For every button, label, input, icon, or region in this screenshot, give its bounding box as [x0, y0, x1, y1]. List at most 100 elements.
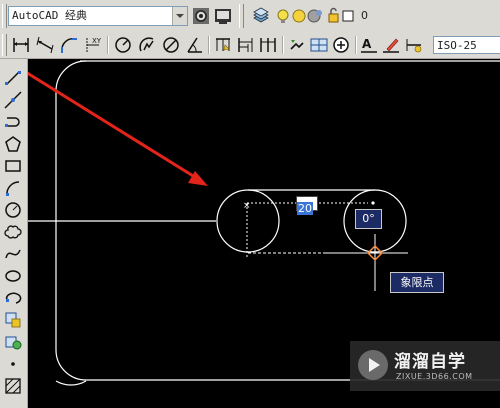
- radius-icon: [115, 37, 131, 53]
- continue-icon: [260, 38, 276, 52]
- arc-length-icon: [61, 38, 77, 53]
- dim-style-dropdown[interactable]: ISO-25: [433, 36, 500, 54]
- text-edit-icon: [383, 38, 399, 53]
- ellipse-icon: [5, 270, 21, 282]
- circle-button[interactable]: [3, 200, 23, 220]
- toolbar-separator: [107, 36, 109, 54]
- ellipse-arc-button[interactable]: [3, 288, 23, 308]
- make-block-icon: [5, 336, 22, 350]
- layer-state-icons: [277, 7, 354, 23]
- toolbar-grip[interactable]: [2, 4, 7, 28]
- dynamic-distance-value: 20: [297, 202, 313, 215]
- dynamic-distance-input[interactable]: 20: [296, 196, 318, 215]
- polygon-button[interactable]: [3, 134, 23, 154]
- chevron-down-icon[interactable]: [172, 7, 187, 25]
- circle-icon: [5, 202, 21, 218]
- toolbar-separator: [355, 36, 357, 54]
- toolbar-grip[interactable]: [2, 34, 7, 56]
- snap-point: [371, 201, 375, 205]
- line-button[interactable]: [3, 68, 23, 88]
- toolbar-separator: [282, 36, 284, 54]
- outer-outline: [55, 60, 500, 386]
- polygon-icon: [5, 136, 21, 152]
- toolbar-grip[interactable]: [239, 4, 244, 28]
- watermark-url: ZIXUE.3D66.COM: [396, 372, 473, 381]
- layer-manager-button[interactable]: [251, 6, 271, 26]
- radius-dimension-button[interactable]: [113, 35, 133, 55]
- make-block-button[interactable]: [3, 332, 23, 352]
- ellipse-button[interactable]: [3, 266, 23, 286]
- layer-value: 0: [361, 9, 368, 22]
- dynamic-angle-value: 0°: [362, 212, 375, 225]
- red-arrow-shaft: [28, 71, 199, 181]
- dimension-edit-button[interactable]: A: [359, 35, 379, 55]
- revision-cloud-button[interactable]: [3, 222, 23, 242]
- arc-length-button[interactable]: [59, 35, 79, 55]
- spline-icon: [5, 249, 21, 259]
- layers-icon: [253, 7, 269, 23]
- workspace-dropdown[interactable]: AutoCAD 经典: [8, 6, 188, 26]
- dimension-toolbar: XY A ISO-25: [0, 32, 500, 59]
- insert-block-icon: [5, 312, 21, 328]
- diameter-icon: [163, 37, 179, 53]
- left-circle: [216, 189, 280, 253]
- jogged-dimension-button[interactable]: [137, 35, 157, 55]
- workspace-settings-button[interactable]: [191, 6, 211, 26]
- construction-line-button[interactable]: [3, 90, 23, 110]
- continue-dimension-button[interactable]: [258, 35, 278, 55]
- ordinate-dimension-button[interactable]: XY: [83, 35, 103, 55]
- baseline-dimension-button[interactable]: [236, 35, 256, 55]
- rectangle-button[interactable]: [3, 156, 23, 176]
- dimension-update-button[interactable]: [404, 35, 424, 55]
- draw-toolbar: [0, 59, 28, 408]
- snap-tooltip-text: 象限点: [400, 276, 434, 289]
- point-marker: ×: [243, 201, 251, 211]
- arc-button[interactable]: [3, 178, 23, 198]
- watermark: 溜溜自学 ZIXUE.3D66.COM: [350, 341, 500, 391]
- linear-dimension-icon: [13, 38, 29, 52]
- play-logo-icon: [358, 350, 388, 380]
- construction-line-icon: [4, 91, 22, 109]
- diameter-dimension-button[interactable]: [161, 35, 181, 55]
- hatch-button[interactable]: [3, 376, 23, 396]
- point-button[interactable]: [3, 354, 23, 374]
- line-icon: [5, 71, 21, 85]
- inspect-button[interactable]: [331, 35, 351, 55]
- circle-plus-icon: [333, 37, 349, 53]
- jogged-icon: [139, 37, 154, 52]
- arc-icon: [6, 181, 20, 196]
- quick-dimension-icon: [216, 38, 230, 51]
- hatch-icon: [5, 378, 21, 394]
- ordinate-dimension-icon: XY: [86, 37, 102, 52]
- toolbar-separator: [208, 36, 210, 54]
- aligned-dimension-button[interactable]: [35, 35, 55, 55]
- polyline-button[interactable]: [3, 112, 23, 132]
- dynamic-angle-box: 0°: [355, 209, 382, 229]
- center-mark-button[interactable]: [309, 35, 329, 55]
- snap-tooltip: 象限点: [390, 272, 444, 293]
- dim-style-value: ISO-25: [437, 39, 477, 52]
- revision-cloud-icon: [4, 225, 22, 239]
- play-icon: [369, 358, 380, 372]
- workspace-save-button[interactable]: [213, 6, 233, 26]
- svg-text:XY: XY: [92, 37, 102, 45]
- baseline-icon: [238, 38, 253, 52]
- spline-button[interactable]: [3, 244, 23, 264]
- tolerance-button[interactable]: [287, 35, 307, 55]
- ellipse-arc-icon: [5, 292, 22, 304]
- rectangle-icon: [5, 160, 21, 172]
- layer-dropdown[interactable]: 0: [275, 6, 385, 26]
- angular-dimension-button[interactable]: [185, 35, 205, 55]
- dimension-edit-icon: A: [361, 37, 377, 53]
- quick-dimension-button[interactable]: [213, 35, 233, 55]
- workspace-toolbar: AutoCAD 经典 0: [0, 0, 500, 33]
- dimension-text-edit-button[interactable]: [381, 35, 401, 55]
- drawing-canvas[interactable]: × 20 0° 象限点 溜溜自学 ZIXUE.3D66.COM: [28, 59, 500, 408]
- watermark-title: 溜溜自学: [394, 352, 466, 372]
- workspace-dropdown-value: AutoCAD 经典: [12, 9, 87, 22]
- insert-block-button[interactable]: [3, 310, 23, 330]
- linear-dimension-button[interactable]: [11, 35, 31, 55]
- tolerance-icon: [290, 40, 304, 50]
- angle-icon: [187, 37, 202, 53]
- gear-icon: [193, 8, 209, 24]
